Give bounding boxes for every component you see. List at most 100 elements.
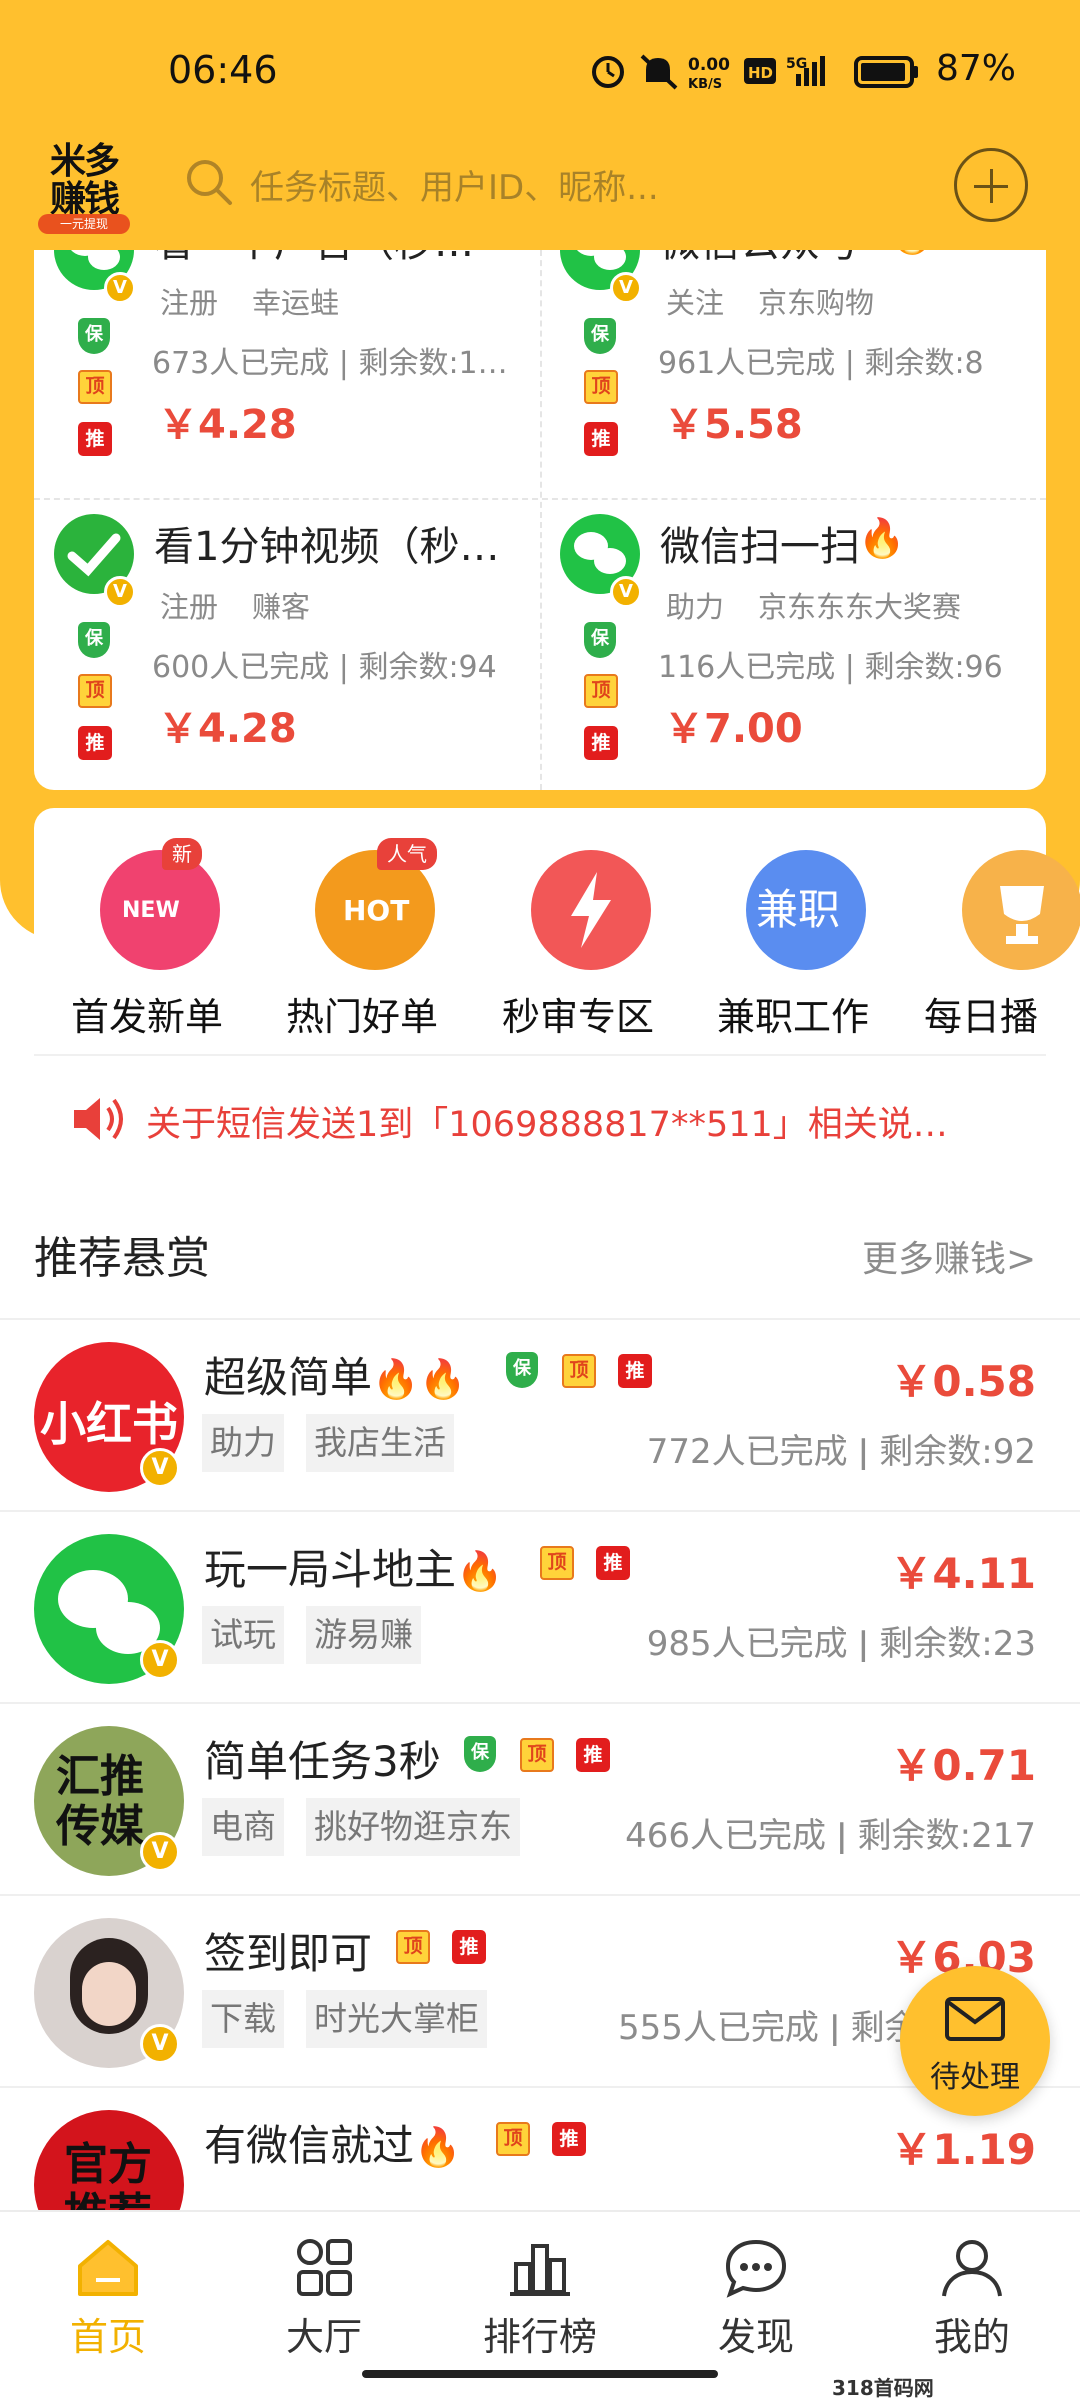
tab-mine[interactable]: 我的 <box>872 2226 1072 2366</box>
reward-title: 简单任务3秒 <box>204 1737 441 1786</box>
pending-button[interactable]: 待处理 <box>900 1966 1050 2116</box>
shortcut-fast-review[interactable]: 秒审专区 <box>493 838 663 1039</box>
reward-title: 签到即可 <box>204 1929 373 1978</box>
speaker-icon <box>74 1098 123 1140</box>
reward-category: 试玩 <box>202 1606 284 1664</box>
recommend-tag: 推 <box>584 726 618 760</box>
notice-divider <box>34 1054 1046 1056</box>
status-bar: 06:46 0.00 KB/S HD 5G 87% <box>0 0 1080 120</box>
grid-task-stats: 116人已完成 | 剩余数:96 <box>658 650 1003 685</box>
reward-category: 下载 <box>202 1990 284 2048</box>
tab-label: 大厅 <box>285 2315 362 2359</box>
grid-task-item[interactable]: V 保 顶 推 看1分钟视频（秒… 注册 赚客 600人已完成 | 剩余数:94… <box>34 514 540 790</box>
shortcut-hot-orders[interactable]: HOT 人气 热门好单 <box>277 838 447 1039</box>
grid-task-item[interactable]: V 保 顶 推 看一个广告（秒… 注册 幸运蛙 673人已完成 | 剩余数:1…… <box>34 250 540 500</box>
tab-label: 排行榜 <box>482 2315 597 2359</box>
home-indicator[interactable] <box>362 2370 718 2378</box>
shortcut-daily[interactable]: 每日播 <box>924 838 1080 1039</box>
app-root: 06:46 0.00 KB/S HD 5G 87% 米多 赚钱 一元提现 任务标… <box>0 0 1080 2400</box>
grid-task-title: 看1分钟视频（秒… <box>154 524 500 570</box>
status-icons: 0.00 KB/S HD 5G <box>592 54 918 92</box>
shortcut-new-orders[interactable]: NEW 新 首发新单 <box>62 838 232 1039</box>
verified-badge: V <box>610 576 642 608</box>
reward-source: 我店生活 <box>306 1414 454 1472</box>
reward-stats: 466人已完成 ǀ 剩余数:217 <box>625 1816 1036 1856</box>
grid-task-item[interactable]: V 保 顶 推 微信公众号 🔥 关注 京东购物 961人已完成 | 剩余数:8 … <box>540 250 1046 500</box>
battery-percent: 87% <box>936 48 1017 89</box>
reward-row[interactable]: V 玩一局斗地主🔥 顶 推 试玩 游易赚 ￥4.11 985人已完成 ǀ 剩余数… <box>0 1510 1080 1702</box>
fire-icon: 🔥 <box>414 2125 462 2169</box>
tab-hall[interactable]: 大厅 <box>224 2226 424 2366</box>
shortcut-badge: 人气 <box>377 838 437 870</box>
hd-label: HD <box>748 64 773 82</box>
search-input[interactable]: 任务标题、用户ID、昵称... <box>250 160 659 209</box>
top-tag: 顶 <box>584 674 618 708</box>
grid-task-price: ￥4.28 <box>158 706 297 752</box>
shortcut-label: 兼职工作 <box>716 995 869 1039</box>
grid-task-source: 幸运蛙 <box>252 286 340 320</box>
verified-badge: V <box>140 1640 180 1680</box>
verified-badge: V <box>104 272 136 304</box>
new-icon: NEW <box>100 850 220 970</box>
more-link[interactable]: 更多赚钱> <box>862 1230 1036 1282</box>
shortcut-part-time[interactable]: 兼职 兼职工作 <box>708 838 878 1039</box>
tab-label: 我的 <box>933 2315 1010 2359</box>
home-icon <box>78 2240 138 2296</box>
guarantee-tag: 保 <box>584 318 616 354</box>
top-tag: 顶 <box>78 674 112 708</box>
fire-icon: 🔥🔥 <box>372 1357 467 1401</box>
guarantee-tag: 保 <box>506 1352 538 1388</box>
reward-stats: 985人已完成 ǀ 剩余数:23 <box>646 1624 1036 1664</box>
grid-task-category: 关注 <box>666 286 725 320</box>
pending-label: 待处理 <box>930 2060 1020 2095</box>
reward-stats: 772人已完成 ǀ 剩余数:92 <box>646 1432 1036 1472</box>
guarantee-tag: 保 <box>464 1736 496 1772</box>
recommend-tag: 推 <box>78 726 112 760</box>
reward-price: ￥0.58 <box>890 1357 1036 1406</box>
search-icon <box>187 160 232 205</box>
verified-badge: V <box>104 576 136 608</box>
verified-badge: V <box>140 1448 180 1488</box>
reward-price: ￥4.11 <box>890 1549 1036 1598</box>
top-tag: 顶 <box>396 1930 430 1964</box>
reward-price: ￥1.19 <box>890 2125 1036 2174</box>
fire-icon: 🔥 <box>888 250 935 257</box>
grid-task-price: ￥7.00 <box>664 706 803 752</box>
top-tag: 顶 <box>562 1354 596 1388</box>
trophy-icon <box>962 850 1080 970</box>
reward-title: 超级简单🔥🔥 <box>204 1353 467 1402</box>
guarantee-tag: 保 <box>78 318 110 354</box>
reward-title: 玩一局斗地主🔥 <box>204 1545 504 1594</box>
shortcut-label: 秒审专区 <box>501 995 654 1039</box>
app-logo[interactable]: 米多 赚钱 一元提现 <box>34 130 134 240</box>
grid-task-stats: 673人已完成 | 剩余数:1… <box>152 346 508 381</box>
job-icon: 兼职 <box>746 850 866 970</box>
shortcut-label: 首发新单 <box>70 995 223 1039</box>
reward-category: 助力 <box>202 1414 284 1472</box>
add-task-button[interactable] <box>954 148 1028 222</box>
chat-icon <box>725 2239 787 2298</box>
tab-ranking[interactable]: 排行榜 <box>440 2226 640 2366</box>
reward-row[interactable]: 汇推传媒 V 简单任务3秒 保 顶 推 电商 挑好物逛京东 ￥0.71 466人… <box>0 1702 1080 1894</box>
tab-discover[interactable]: 发现 <box>656 2226 856 2366</box>
grid-task-price: ￥4.28 <box>158 402 297 448</box>
grid-task-category: 助力 <box>666 590 725 624</box>
shortcut-label: 热门好单 <box>285 995 438 1039</box>
rank-icon <box>510 2244 570 2296</box>
mail-icon <box>945 1997 1005 2041</box>
grid-task-item[interactable]: V 保 顶 推 微信扫一扫 🔥 助力 京东东东大奖赛 116人已完成 | 剩余数… <box>540 514 1046 790</box>
reward-row[interactable]: 小红书 V 超级简单🔥🔥 保 顶 推 助力 我店生活 ￥0.58 772人已完成… <box>0 1318 1080 1510</box>
logo-tagline: 一元提现 <box>38 214 130 234</box>
net-speed-unit: KB/S <box>688 77 722 92</box>
reward-source: 挑好物逛京东 <box>306 1798 520 1856</box>
shortcut-label: 每日播 <box>924 995 1039 1039</box>
status-time: 06:46 <box>168 48 278 92</box>
recommend-tag: 推 <box>576 1738 610 1772</box>
notice-text[interactable]: 关于短信发送1到「1069888817**511」相关说… <box>146 1096 948 1147</box>
recommend-tag: 推 <box>618 1354 652 1388</box>
tab-home[interactable]: 首页 <box>8 2226 208 2366</box>
battery-icon <box>854 56 918 88</box>
user-icon <box>942 2240 1002 2297</box>
grid-task-source: 京东东东大奖赛 <box>758 590 962 624</box>
recommend-tag: 推 <box>596 1546 630 1580</box>
